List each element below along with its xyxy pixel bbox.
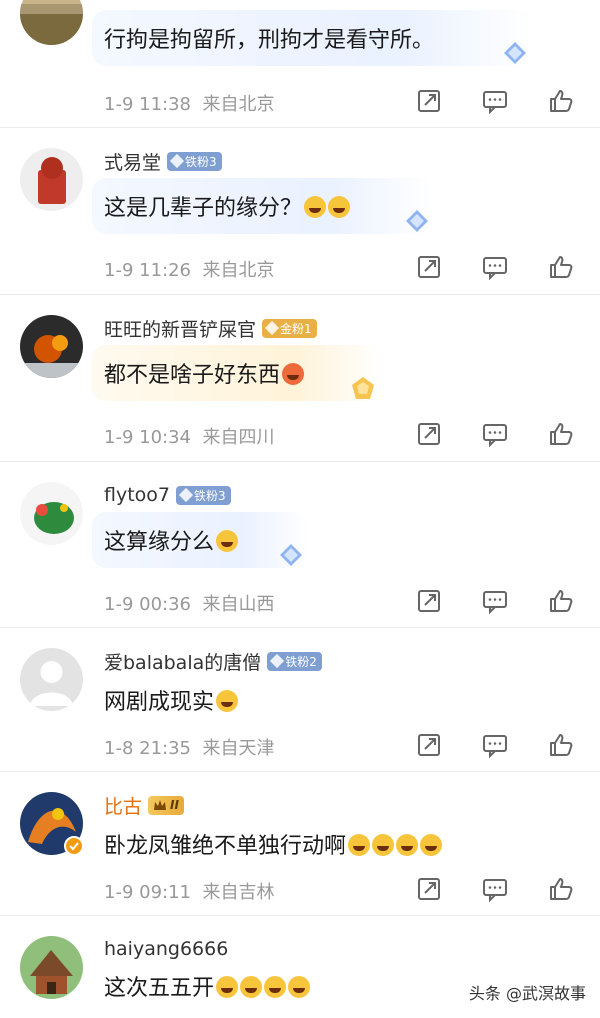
comment-meta: 1-9 09:11 来自吉林 xyxy=(104,882,275,903)
share-icon[interactable] xyxy=(416,421,442,447)
comment-actions xyxy=(416,421,574,447)
comment-icon[interactable] xyxy=(482,88,508,114)
username[interactable]: flytoo7 xyxy=(104,484,170,506)
comment-icon[interactable] xyxy=(482,421,508,447)
verified-badge-icon xyxy=(64,836,84,856)
fan-badge[interactable]: 铁粉3 xyxy=(167,151,222,171)
comment-text[interactable]: 卧龙凤雏绝不单独行动啊 xyxy=(104,828,443,860)
user-row: 比古 II xyxy=(104,792,184,818)
crown-icon xyxy=(154,800,167,810)
sweat-emoji-icon xyxy=(216,530,239,552)
avatar[interactable] xyxy=(20,482,83,545)
like-icon[interactable] xyxy=(548,588,574,614)
comment-meta: 1-9 11:38 来自北京 xyxy=(104,94,275,115)
share-icon[interactable] xyxy=(416,876,442,902)
laugh-cry-emoji-icon xyxy=(240,976,263,998)
laugh-emoji-icon xyxy=(396,834,419,856)
comment-meta: 1-9 11:26 来自北京 xyxy=(104,260,275,281)
angry-emoji-icon xyxy=(282,363,305,385)
comment-item: 式易堂 铁粉3 这是几辈子的缘分？ 1-9 11:26 来自北京 xyxy=(0,128,600,295)
comment-text[interactable]: 行拘是拘留所，刑拘才是看守所。 xyxy=(104,22,434,54)
comment-meta: 1-9 10:34 来自四川 xyxy=(104,427,275,448)
like-icon[interactable] xyxy=(548,732,574,758)
laugh-cry-emoji-icon xyxy=(328,196,351,218)
user-row: 式易堂 铁粉3 xyxy=(104,148,222,174)
comment-icon[interactable] xyxy=(482,876,508,902)
comment-actions xyxy=(416,88,574,114)
gold-gem-icon xyxy=(352,377,374,399)
share-icon[interactable] xyxy=(416,88,442,114)
fan-badge[interactable]: 铁粉3 xyxy=(176,485,231,505)
comment-item: 爱balabala的唐僧 铁粉2 网剧成现实 1-8 21:35 来自天津 xyxy=(0,628,600,772)
share-icon[interactable] xyxy=(416,588,442,614)
comment-item: 旺旺的新晋铲屎官 金粉1 都不是啥子好东西 1-9 10:34 来自四川 xyxy=(0,295,600,462)
comment-text[interactable]: 这是几辈子的缘分？ xyxy=(104,190,351,222)
comment-text[interactable]: 都不是啥子好东西 xyxy=(104,357,305,389)
laugh-cry-emoji-icon xyxy=(216,976,239,998)
badge-label: 金粉1 xyxy=(280,321,312,336)
laugh-emoji-icon xyxy=(372,834,395,856)
like-icon[interactable] xyxy=(548,88,574,114)
diamond-icon xyxy=(406,210,428,232)
comment-text[interactable]: 这次五五开 xyxy=(104,970,311,1002)
username[interactable]: haiyang6666 xyxy=(104,938,228,960)
gold-gem-icon xyxy=(264,320,280,336)
username[interactable]: 旺旺的新晋铲屎官 xyxy=(104,315,256,342)
user-row: flytoo7 铁粉3 xyxy=(104,482,231,508)
username[interactable]: 式易堂 xyxy=(104,148,161,175)
vip-badge[interactable]: II xyxy=(148,795,184,815)
diamond-icon xyxy=(270,653,285,669)
comment-text[interactable]: 网剧成现实 xyxy=(104,684,239,716)
avatar[interactable] xyxy=(20,936,83,999)
badge-label: 铁粉2 xyxy=(285,654,317,669)
comment-actions xyxy=(416,732,574,758)
comment-item: 比古 II 卧龙凤雏绝不单独行动啊 1-9 09:11 来自吉林 xyxy=(0,772,600,916)
diamond-icon xyxy=(169,153,185,169)
fan-badge[interactable]: 铁粉2 xyxy=(267,651,322,671)
avatar[interactable] xyxy=(20,648,83,711)
comment-actions xyxy=(416,876,574,902)
comment-icon[interactable] xyxy=(482,588,508,614)
watermark: 头条 @武溟故事 xyxy=(468,984,586,1003)
user-row: 旺旺的新晋铲屎官 金粉1 xyxy=(104,315,317,341)
laugh-cry-emoji-icon xyxy=(264,976,287,998)
share-icon[interactable] xyxy=(416,254,442,280)
like-icon[interactable] xyxy=(548,254,574,280)
laugh-cry-emoji-icon xyxy=(288,976,311,998)
user-row: haiyang6666 xyxy=(104,936,228,962)
diamond-icon xyxy=(504,42,526,64)
comment-icon[interactable] xyxy=(482,254,508,280)
diamond-icon xyxy=(280,544,302,566)
badge-label: 铁粉3 xyxy=(194,488,226,503)
username[interactable]: 比古 xyxy=(104,792,142,819)
laugh-emoji-icon xyxy=(420,834,443,856)
comment-actions xyxy=(416,254,574,280)
share-icon[interactable] xyxy=(416,732,442,758)
comment-item: 行拘是拘留所，刑拘才是看守所。 1-9 11:38 来自北京 xyxy=(0,0,600,128)
like-icon[interactable] xyxy=(548,876,574,902)
badge-label: 铁粉3 xyxy=(185,154,217,169)
avatar[interactable] xyxy=(20,0,83,45)
diamond-icon xyxy=(178,487,194,503)
avatar[interactable] xyxy=(20,315,83,378)
username[interactable]: 爱balabala的唐僧 xyxy=(104,648,261,675)
laugh-cry-emoji-icon xyxy=(304,196,327,218)
comment-actions xyxy=(416,588,574,614)
badge-label: II xyxy=(170,798,179,812)
comment-text[interactable]: 这算缘分么 xyxy=(104,524,239,556)
comment-icon[interactable] xyxy=(482,732,508,758)
laugh-emoji-icon xyxy=(348,834,371,856)
comment-item: flytoo7 铁粉3 这算缘分么 1-9 00:36 来自山西 xyxy=(0,462,600,628)
laugh-cry-emoji-icon xyxy=(216,690,239,712)
fan-badge[interactable]: 金粉1 xyxy=(262,318,317,338)
comment-meta: 1-9 00:36 来自山西 xyxy=(104,594,275,615)
user-row: 爱balabala的唐僧 铁粉2 xyxy=(104,648,322,674)
comment-meta: 1-8 21:35 来自天津 xyxy=(104,738,275,759)
avatar[interactable] xyxy=(20,148,83,211)
like-icon[interactable] xyxy=(548,421,574,447)
